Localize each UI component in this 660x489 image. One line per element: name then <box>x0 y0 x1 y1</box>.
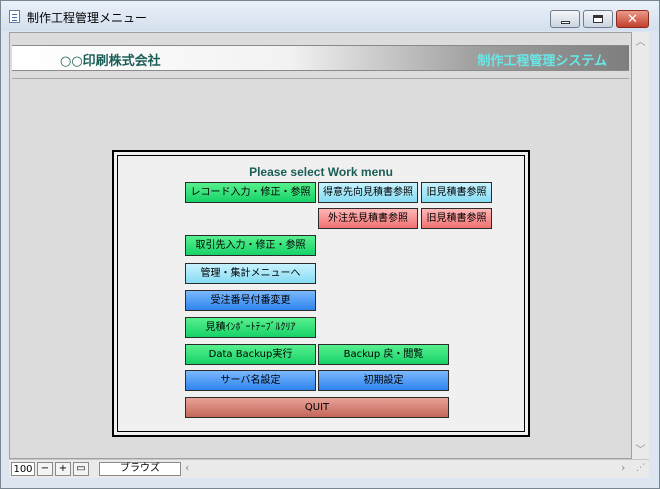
supplier-input-button[interactable]: 取引先入力・修正・参照 <box>185 235 316 256</box>
title-bar[interactable]: 制作工程管理メニュー ✕ <box>1 1 659 31</box>
chevron-down-icon[interactable]: ﹀ <box>632 442 649 459</box>
window-title: 制作工程管理メニュー <box>27 11 148 25</box>
maximize-icon <box>593 15 603 23</box>
menu-panel-inner: Please select Work menu レコード入力・修正・参照 得意先… <box>117 155 525 432</box>
menu-heading: Please select Work menu <box>249 165 393 179</box>
vertical-scrollbar[interactable]: ︿ ﹀ <box>632 32 649 459</box>
record-input-button[interactable]: レコード入力・修正・参照 <box>185 182 316 203</box>
order-number-change-button[interactable]: 受注番号付番変更 <box>185 290 316 311</box>
quit-button[interactable]: QUIT <box>185 397 449 418</box>
maximize-button[interactable] <box>583 10 613 28</box>
document-icon <box>9 10 20 23</box>
initial-settings-button[interactable]: 初期設定 <box>318 370 449 391</box>
header-divider <box>12 78 629 79</box>
close-icon: ✕ <box>627 11 638 27</box>
chevron-left-icon[interactable]: ‹ <box>185 461 189 474</box>
customer-estimate-button[interactable]: 得意先向見積書参照 <box>318 182 418 203</box>
admin-menu-button[interactable]: 管理・集計メニューへ <box>185 263 316 284</box>
system-name: 制作工程管理システム <box>477 54 607 69</box>
status-bar: 100 − + ▭ ブラウズ ‹ › ⋰ <box>9 459 649 478</box>
form-area: ○○印刷株式会社 制作工程管理システム Please select Work m… <box>9 32 632 459</box>
chevron-right-icon[interactable]: › <box>621 461 625 474</box>
view-mode[interactable]: ブラウズ <box>99 462 181 476</box>
server-settings-button[interactable]: サーバ名設定 <box>185 370 316 391</box>
estimate-import-clear-button[interactable]: 見積ｲﾝﾎﾟｰﾄﾃｰﾌﾞﾙｸﾘｱ <box>185 317 316 338</box>
close-button[interactable]: ✕ <box>616 10 649 28</box>
old-estimate-button-1[interactable]: 旧見積書参照 <box>421 182 492 203</box>
layout-icon[interactable]: ▭ <box>73 462 89 476</box>
plus-icon[interactable]: + <box>55 462 71 476</box>
old-estimate-button-2[interactable]: 旧見積書参照 <box>421 208 492 229</box>
resize-grip-icon[interactable]: ⋰ <box>636 463 645 473</box>
chevron-up-icon[interactable]: ︿ <box>632 34 649 51</box>
backup-run-button[interactable]: Data Backup実行 <box>185 344 316 365</box>
minimize-icon <box>560 20 570 24</box>
company-name: ○○印刷株式会社 <box>60 54 161 69</box>
header-banner: ○○印刷株式会社 制作工程管理システム <box>12 45 629 71</box>
outsource-estimate-button[interactable]: 外注先見積書参照 <box>318 208 418 229</box>
minimize-button[interactable] <box>550 10 580 28</box>
minus-icon[interactable]: − <box>37 462 53 476</box>
menu-panel: Please select Work menu レコード入力・修正・参照 得意先… <box>112 150 530 437</box>
backup-restore-button[interactable]: Backup 戻・閲覧 <box>318 344 449 365</box>
zoom-level[interactable]: 100 <box>11 462 35 476</box>
app-window: 制作工程管理メニュー ✕ ○○印刷株式会社 制作工程管理システム Please … <box>0 0 660 489</box>
